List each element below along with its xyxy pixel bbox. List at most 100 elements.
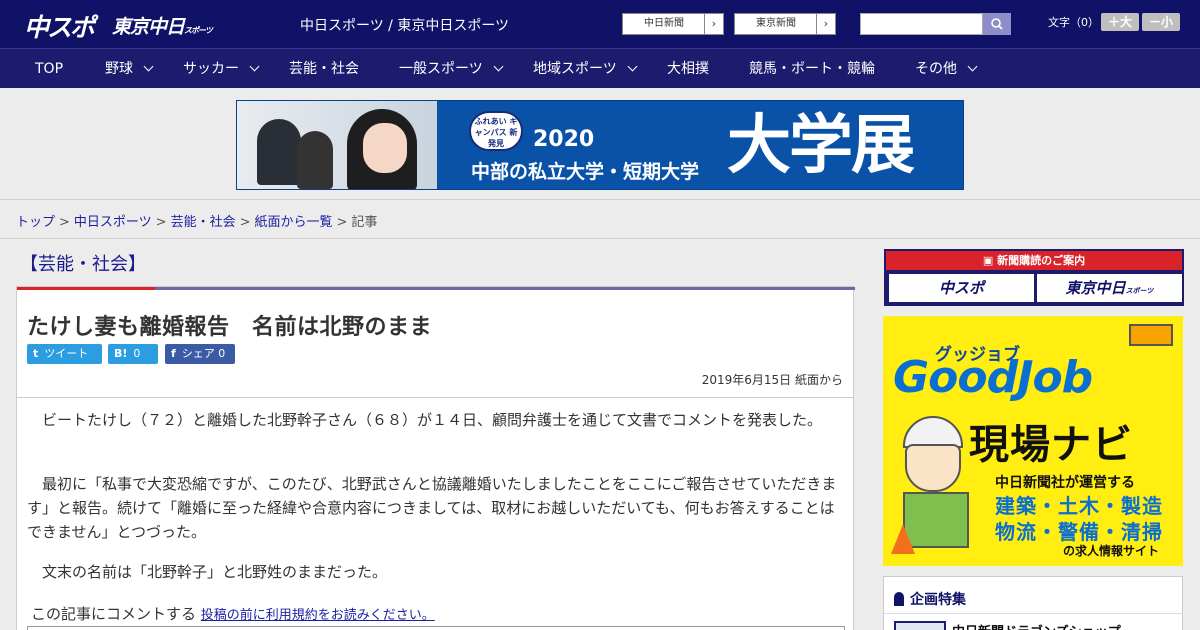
feature-item-link[interactable]: 中日新聞ドラゴンズショップ (952, 621, 1121, 630)
font-size-decrease-button[interactable]: －小 (1142, 13, 1180, 31)
goodjob-genba-navi-ad[interactable]: グッジョブ GoodJob 現場ナビ 中日新聞社が運営する 建築・土木・製造 物… (883, 316, 1183, 566)
facebook-share-button[interactable]: f シェア 0 (165, 344, 235, 364)
feature-title-text: 企画特集 (910, 592, 966, 608)
student-figure (257, 119, 301, 185)
subscription-heading-text: 新聞購読のご案内 (997, 254, 1086, 267)
breadcrumb-separator: > (239, 215, 251, 230)
breadcrumb-chunichi-sports[interactable]: 中日スポーツ (74, 215, 152, 230)
nav-item-label: TOP (35, 61, 64, 77)
chevron-down-icon (627, 61, 638, 72)
student-face (363, 123, 407, 173)
divider (884, 613, 1182, 614)
banner-subtitle: 中部の私立大学・短期大学 (471, 161, 700, 183)
chevron-down-icon (143, 61, 154, 72)
campus-badge: ふれあい キャンパス 新発見 (469, 111, 523, 151)
students-photo (237, 101, 437, 189)
nav-item-top[interactable]: TOP (35, 49, 63, 89)
subscription-heading: ▣ 新聞購読のご案内 (886, 251, 1182, 270)
breadcrumb-entertainment[interactable]: 芸能・社会 (171, 215, 236, 230)
nav-item-other[interactable]: その他 (915, 49, 978, 89)
card-top-accent (17, 287, 155, 290)
ribbon-icon (894, 592, 904, 606)
breadcrumb-separator: > (59, 215, 70, 230)
search-button[interactable] (983, 13, 1011, 35)
site-names: 中日スポーツ / 東京中日スポーツ (300, 18, 510, 34)
nav-item-baseball[interactable]: 野球 (105, 49, 154, 89)
chunichi-sports-logo[interactable]: 中スポ (24, 8, 95, 44)
comment-prompt: この記事にコメントする 投稿の前に利用規約をお読みください。 (31, 603, 435, 624)
nav-item-local-sports[interactable]: 地域スポーツ (533, 49, 638, 89)
main-nav: TOP 野球 サッカー 芸能・社会 一般スポーツ 地域スポーツ 大相撲 競馬・ボ… (0, 48, 1200, 88)
breadcrumb-separator: > (336, 215, 348, 230)
subscribe-tokyo-chunichi-label: 東京中日 (1065, 279, 1126, 297)
breadcrumb-current: 記事 (351, 215, 378, 230)
ad-subtitle: 現場ナビ (969, 422, 1133, 468)
nav-item-label: 競馬・ボート・競輪 (749, 61, 875, 77)
nav-item-general-sports[interactable]: 一般スポーツ (399, 49, 504, 89)
nav-item-label: 一般スポーツ (399, 61, 483, 77)
tokyo-shimbun-link[interactable]: 東京新聞 › (734, 13, 836, 35)
truck-illustration (1129, 324, 1173, 346)
category-title: 【芸能・社会】 (20, 254, 146, 275)
nav-item-label: 芸能・社会 (289, 61, 359, 77)
ad-industries-2: 物流・警備・清掃 (995, 520, 1163, 544)
nav-item-soccer[interactable]: サッカー (183, 49, 260, 89)
tweet-label: ツイート (44, 347, 89, 360)
traffic-cone-illustration (891, 524, 915, 554)
banner-title: 大学展 (727, 109, 915, 183)
feature-title: 企画特集 (894, 589, 966, 609)
chevron-down-icon (493, 61, 504, 72)
search-icon (991, 18, 1003, 30)
breadcrumb-separator: > (155, 215, 167, 230)
facebook-share-label: シェア (181, 347, 215, 360)
nav-item-label: サッカー (183, 61, 239, 77)
feature-box: 企画特集 中日新聞ドラゴンズショップ (883, 576, 1183, 630)
hatena-count: 0 (133, 347, 141, 360)
student-figure (297, 131, 333, 189)
comment-input[interactable] (27, 626, 845, 630)
search-input[interactable] (860, 13, 983, 35)
article-paragraph: 文末の名前は「北野幹子」と北野姓のままだった。 (27, 563, 388, 581)
terms-link[interactable]: 投稿の前に利用規約をお読みください。 (201, 608, 435, 623)
ad-footer: の求人情報サイト (1063, 544, 1160, 558)
subscribe-tokyo-chunichi-small: スポーツ (1125, 287, 1154, 295)
nav-item-label: その他 (915, 61, 957, 77)
nav-item-sumo[interactable]: 大相撲 (667, 49, 709, 89)
hatena-bookmark-button[interactable]: B! 0 (108, 344, 158, 364)
feature-thumbnail[interactable] (894, 621, 946, 630)
chunichi-shimbun-link[interactable]: 中日新聞 › (622, 13, 724, 35)
subscribe-chusupo-button[interactable]: 中スポ (889, 274, 1034, 302)
tokyo-shimbun-label: 東京新聞 (756, 18, 796, 29)
tokyo-chunichi-logo[interactable]: 東京中日スポーツ (112, 12, 213, 39)
article-dateline: 2019年6月15日 紙面から (701, 373, 843, 387)
article-paragraph: ビートたけし（７２）と離婚した北野幹子さん（６８）が１４日、顧問弁護士を通じて文… (27, 411, 823, 429)
chevron-right-icon: › (704, 14, 723, 34)
worker-face-illustration (905, 444, 961, 492)
breadcrumb-print-list[interactable]: 紙面から一覧 (255, 215, 333, 230)
chevron-right-icon: › (816, 14, 835, 34)
article-header: たけし妻も離婚報告 名前は北野のまま t ツイート B! 0 f シェア 0 2019… (16, 286, 855, 398)
chevron-down-icon (249, 61, 260, 72)
facebook-share-count: 0 (218, 347, 226, 360)
subscription-box: ▣ 新聞購読のご案内 中スポ 東京中日スポーツ (884, 249, 1184, 306)
top-header: 中スポ 東京中日スポーツ 中日スポーツ / 東京中日スポーツ 中日新聞 › 東京… (0, 0, 1200, 48)
subscribe-tokyo-chunichi-button[interactable]: 東京中日スポーツ (1037, 274, 1182, 302)
nav-item-entertainment[interactable]: 芸能・社会 (289, 49, 359, 89)
font-size-increase-button[interactable]: ＋大 (1101, 13, 1139, 31)
nav-item-label: 大相撲 (667, 61, 709, 77)
comment-label: この記事にコメントする (31, 605, 197, 623)
font-size-label: 文字（0） (1048, 16, 1099, 29)
nav-item-racing[interactable]: 競馬・ボート・競輪 (749, 49, 875, 89)
breadcrumb-top[interactable]: トップ (16, 215, 55, 230)
article-headline: たけし妻も離婚報告 名前は北野のまま (27, 315, 433, 340)
nav-item-label: 野球 (105, 61, 133, 77)
university-fair-banner-ad[interactable]: ふれあい キャンパス 新発見 2020 中部の私立大学・短期大学 大学展 (236, 100, 964, 190)
breadcrumb: トップ > 中日スポーツ > 芸能・社会 > 紙面から一覧 > 記事 (16, 211, 377, 230)
tweet-button[interactable]: t ツイート (27, 344, 102, 364)
breadcrumb-bar: トップ > 中日スポーツ > 芸能・社会 > 紙面から一覧 > 記事 (0, 199, 1200, 239)
tokyo-chunichi-logo-text: 東京中日 (112, 16, 185, 38)
chunichi-shimbun-label: 中日新聞 (644, 18, 684, 29)
newspaper-icon: ▣ (982, 254, 998, 267)
article-body: ビートたけし（７２）と離婚した北野幹子さん（６８）が１４日、顧問弁護士を通じて文… (16, 398, 854, 630)
banner-year: 2020 (533, 127, 595, 152)
